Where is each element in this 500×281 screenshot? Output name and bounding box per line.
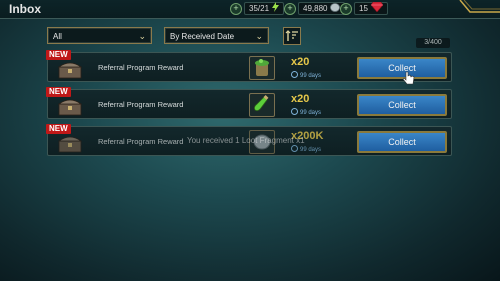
green-potion-icon	[253, 95, 269, 112]
close-corner-icon[interactable]	[454, 0, 500, 20]
clock-icon	[291, 145, 298, 152]
collect-button[interactable]: Collect	[357, 57, 447, 79]
row-label: Referral Program Reward	[98, 137, 184, 146]
lightning-icon	[272, 2, 280, 15]
clock-icon	[291, 108, 298, 115]
page-title: Inbox	[9, 2, 41, 16]
new-badge: NEW	[46, 124, 71, 134]
sort-icon	[285, 30, 298, 41]
item-slot	[249, 93, 275, 117]
item-slot	[249, 56, 275, 80]
energy-resource: + 35/21	[230, 2, 285, 15]
item-quantity: x20	[291, 93, 310, 105]
new-badge: NEW	[46, 87, 71, 97]
add-gems-button[interactable]: +	[340, 2, 352, 15]
category-select[interactable]: All ⌄	[47, 27, 152, 44]
new-badge: NEW	[46, 50, 71, 60]
mail-row[interactable]: NEW Referral Program Reward x20 99 days …	[46, 50, 452, 82]
expiry-days: 99 days	[291, 71, 321, 79]
category-value: All	[53, 32, 62, 41]
ruby-icon	[370, 1, 384, 15]
item-quantity: x20	[291, 56, 310, 68]
reward-toast: You received 1 Loot Fragment x1	[187, 136, 305, 145]
inbox-counter: 3/400	[416, 38, 450, 48]
silver-resource: + 49,880	[284, 2, 346, 15]
collect-button[interactable]: Collect	[357, 94, 447, 116]
row-label: Referral Program Reward	[98, 63, 184, 72]
top-bar: Inbox + 35/21 + 49,880 + 15	[0, 0, 500, 19]
mail-row[interactable]: NEW Referral Program Reward x20 99 days …	[46, 87, 452, 119]
sort-order-button[interactable]	[283, 27, 301, 45]
sort-select[interactable]: By Received Date ⌄	[164, 27, 269, 44]
sort-value: By Received Date	[170, 32, 235, 41]
row-label: Referral Program Reward	[98, 100, 184, 109]
gems-resource: + 15	[340, 1, 388, 15]
chest-icon	[58, 136, 82, 153]
chevron-down-icon: ⌄	[255, 31, 263, 41]
gems-amount: 15	[359, 4, 368, 13]
chevron-down-icon: ⌄	[138, 31, 146, 41]
hand-cursor-icon	[403, 71, 415, 85]
collect-button[interactable]: Collect	[357, 131, 447, 153]
chest-icon	[58, 62, 82, 79]
energy-amount: 35/21	[249, 4, 270, 13]
add-energy-button[interactable]: +	[230, 2, 242, 15]
silver-amount: 49,880	[303, 4, 328, 13]
clock-icon	[291, 71, 298, 78]
add-silver-button[interactable]: +	[284, 2, 296, 15]
potion-pot-icon	[255, 59, 269, 76]
silver-coin-icon	[330, 2, 341, 15]
expiry-days: 99 days	[291, 108, 321, 116]
chest-icon	[58, 99, 82, 116]
expiry-days: 99 days	[291, 145, 321, 153]
